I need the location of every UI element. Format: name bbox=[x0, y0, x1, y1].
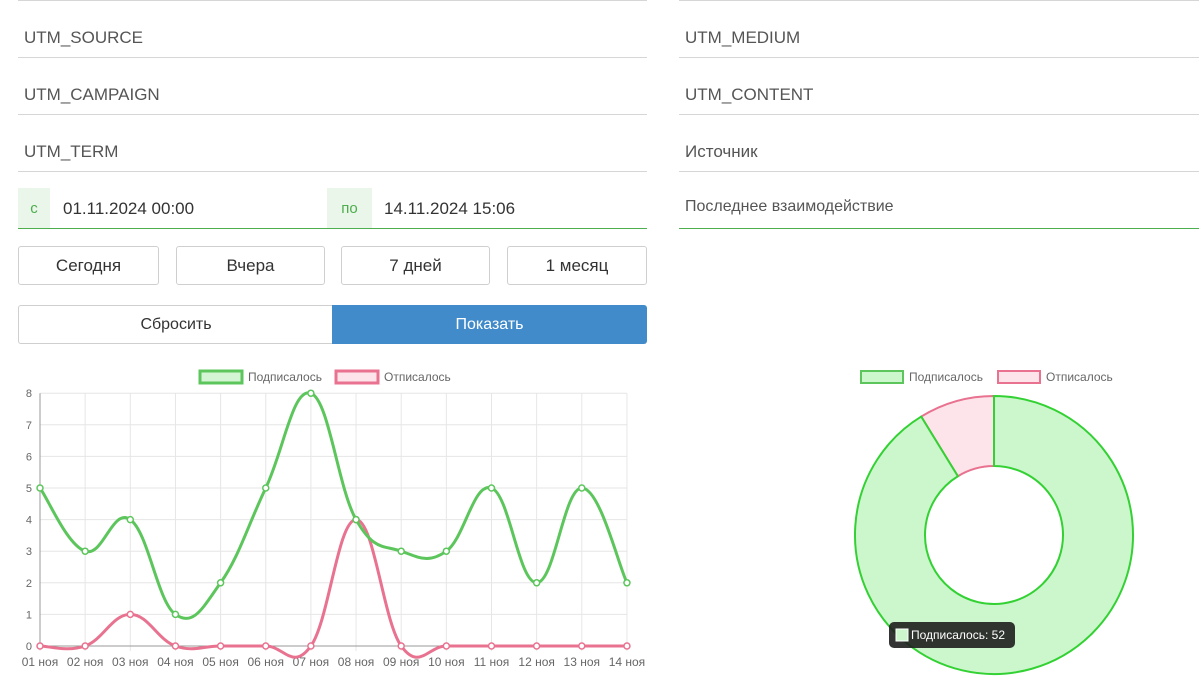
y-tick-label: 6 bbox=[26, 451, 32, 463]
series-subscribed-point[interactable] bbox=[262, 484, 270, 492]
series-unsubscribed-point[interactable] bbox=[216, 642, 225, 650]
series-subscribed-point[interactable] bbox=[397, 547, 405, 555]
series-subscribed-point[interactable] bbox=[532, 579, 541, 587]
utm-source-placeholder: UTM_SOURCE bbox=[24, 28, 144, 47]
series-unsubscribed-point[interactable] bbox=[126, 610, 135, 619]
series-subscribed-point[interactable] bbox=[81, 547, 89, 555]
x-tick-label: 10 ноя bbox=[428, 655, 464, 669]
doughnut-tooltip: Подписалось: 52 bbox=[889, 622, 1015, 648]
utm-term-placeholder: UTM_TERM bbox=[24, 142, 119, 161]
y-tick-label: 7 bbox=[26, 420, 32, 432]
y-tick-label: 0 bbox=[26, 641, 32, 653]
week-button[interactable]: 7 дней bbox=[341, 246, 490, 285]
series-unsubscribed-point[interactable] bbox=[262, 642, 270, 650]
line-chart-y-ticks: 0 1 2 3 4 5 6 7 8 bbox=[26, 388, 32, 653]
y-tick-label: 8 bbox=[26, 388, 32, 400]
series-subscribed-point[interactable] bbox=[36, 484, 44, 492]
show-button[interactable]: Показать bbox=[332, 305, 647, 344]
x-tick-label: 04 ноя bbox=[157, 655, 193, 669]
x-tick-label: 14 ноя bbox=[609, 655, 645, 669]
utm-campaign-field[interactable]: UTM_CAMPAIGN bbox=[18, 59, 647, 115]
x-tick-label: 03 ноя bbox=[112, 655, 148, 669]
series-subscribed-point[interactable] bbox=[487, 484, 496, 492]
doughnut-chart: Подписалось Отписалось Подписалось: 52 bbox=[854, 370, 1134, 675]
y-tick-label: 4 bbox=[26, 515, 32, 527]
x-tick-label: 12 ноя bbox=[518, 655, 554, 669]
legend-label-subscribed: Подписалось bbox=[248, 370, 322, 384]
top-divider-right bbox=[679, 0, 1199, 1]
line-chart-x-ticks: 01 ноя 02 ноя 03 ноя 04 ноя 05 ноя 06 ноя 07 н… bbox=[22, 655, 645, 669]
y-tick-label: 1 bbox=[26, 609, 32, 621]
doughnut-legend-swatch-subscribed bbox=[860, 370, 904, 384]
source-field[interactable]: Источник bbox=[679, 116, 1199, 172]
series-subscribed-point[interactable] bbox=[171, 610, 180, 619]
utm-medium-field[interactable]: UTM_MEDIUM bbox=[679, 2, 1199, 58]
series-unsubscribed-point[interactable] bbox=[442, 642, 451, 650]
date-from-input[interactable]: 01.11.2024 00:00 bbox=[63, 199, 194, 219]
series-subscribed-point[interactable] bbox=[578, 484, 586, 492]
top-divider-left bbox=[18, 0, 647, 1]
series-subscribed-point[interactable] bbox=[442, 547, 451, 555]
date-to-input[interactable]: 14.11.2024 15:06 bbox=[384, 199, 515, 219]
doughnut-legend-label-subscribed: Подписалось bbox=[909, 370, 983, 384]
x-tick-label: 01 ноя bbox=[22, 655, 58, 669]
y-tick-label: 5 bbox=[26, 483, 32, 495]
last-interaction-placeholder: Последнее взаимодействие bbox=[685, 198, 894, 215]
legend-label-unsubscribed: Отписалось bbox=[384, 370, 451, 384]
series-unsubscribed-point[interactable] bbox=[171, 642, 180, 650]
y-tick-label: 3 bbox=[26, 546, 32, 558]
last-interaction-field[interactable]: Последнее взаимодействие bbox=[679, 173, 1199, 229]
month-button[interactable]: 1 месяц bbox=[507, 246, 647, 285]
x-tick-label: 08 ноя bbox=[338, 655, 374, 669]
x-tick-label: 02 ноя bbox=[67, 655, 103, 669]
series-unsubscribed-point[interactable] bbox=[81, 642, 89, 650]
date-range-row: с 01.11.2024 00:00 по 14.11.2024 15:06 bbox=[18, 188, 647, 229]
date-to-prefix: по bbox=[327, 188, 372, 228]
series-unsubscribed-point[interactable] bbox=[578, 642, 586, 650]
line-chart-series bbox=[36, 389, 631, 659]
series-subscribed-point[interactable] bbox=[623, 579, 631, 587]
series-subscribed-point[interactable] bbox=[216, 579, 225, 587]
series-unsubscribed-point[interactable] bbox=[532, 642, 541, 650]
yesterday-button[interactable]: Вчера bbox=[176, 246, 325, 285]
utm-campaign-placeholder: UTM_CAMPAIGN bbox=[24, 85, 160, 104]
source-placeholder: Источник bbox=[685, 142, 758, 161]
tooltip-text: Подписалось: 52 bbox=[911, 628, 1005, 642]
utm-medium-placeholder: UTM_MEDIUM bbox=[685, 28, 801, 47]
utm-term-field[interactable]: UTM_TERM bbox=[18, 116, 647, 172]
utm-source-field[interactable]: UTM_SOURCE bbox=[18, 2, 647, 58]
date-from-prefix: с bbox=[18, 188, 50, 228]
doughnut-legend-label-unsubscribed: Отписалось bbox=[1046, 370, 1113, 384]
utm-content-placeholder: UTM_CONTENT bbox=[685, 85, 814, 104]
series-unsubscribed-point[interactable] bbox=[487, 642, 496, 650]
x-tick-label: 13 ноя bbox=[564, 655, 600, 669]
series-unsubscribed-point[interactable] bbox=[623, 642, 631, 650]
legend-swatch-subscribed bbox=[198, 369, 244, 385]
reset-button[interactable]: Сбросить bbox=[18, 305, 333, 344]
series-subscribed-point[interactable] bbox=[352, 515, 360, 524]
series-subscribed-point[interactable] bbox=[126, 515, 135, 524]
series-unsubscribed-line bbox=[39, 518, 627, 659]
x-tick-label: 06 ноя bbox=[248, 655, 284, 669]
series-unsubscribed-point[interactable] bbox=[36, 642, 44, 650]
legend-swatch-unsubscribed bbox=[334, 369, 380, 385]
x-tick-label: 11 ноя bbox=[474, 655, 510, 669]
series-unsubscribed-point[interactable] bbox=[397, 642, 405, 650]
today-button[interactable]: Сегодня bbox=[18, 246, 159, 285]
x-tick-label: 05 ноя bbox=[202, 655, 238, 669]
line-legend: Подписалось Отписалось bbox=[198, 369, 451, 385]
doughnut-legend-swatch-unsubscribed bbox=[997, 370, 1041, 384]
y-tick-label: 2 bbox=[26, 578, 32, 590]
series-unsubscribed-point[interactable] bbox=[307, 642, 315, 650]
tooltip-swatch bbox=[895, 628, 909, 642]
series-subscribed-point[interactable] bbox=[307, 389, 315, 397]
line-chart: Подписалось Отписалось 0 1 2 3 4 5 6 7 8 01 ноя 0… bbox=[22, 369, 645, 669]
doughnut-legend: Подписалось Отписалось bbox=[860, 370, 1113, 384]
utm-content-field[interactable]: UTM_CONTENT bbox=[679, 59, 1199, 115]
